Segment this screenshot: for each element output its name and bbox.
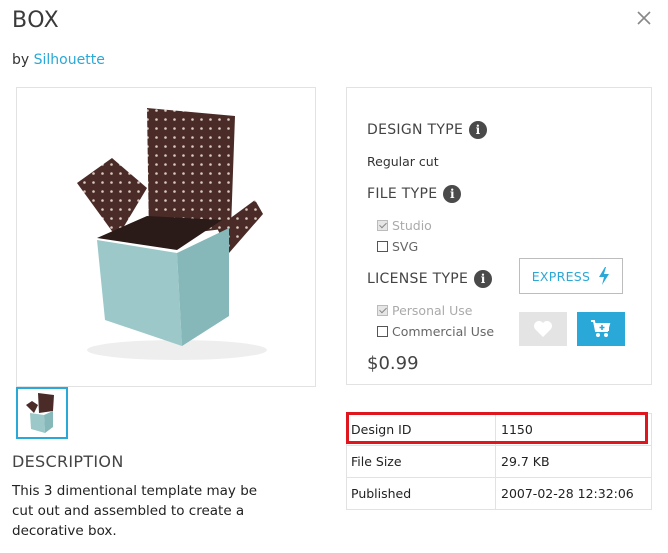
lightning-icon xyxy=(599,267,610,285)
byline-prefix: by xyxy=(12,52,30,68)
express-label: EXPRESS xyxy=(531,268,591,284)
checkbox-icon xyxy=(377,305,388,316)
file-type-label: FILE TYPE xyxy=(367,186,438,202)
checkbox-label: Studio xyxy=(392,218,432,233)
cart-icon xyxy=(591,320,611,337)
info-icon[interactable]: i xyxy=(443,185,462,203)
checkbox-icon[interactable] xyxy=(377,241,388,252)
heart-icon xyxy=(534,321,552,337)
byline: by Silhouette xyxy=(12,52,105,68)
table-row: Published 2007-02-28 12:32:06 xyxy=(346,477,652,510)
description-heading: DESCRIPTION xyxy=(12,452,124,471)
checkbox-label: Personal Use xyxy=(392,303,473,318)
express-button[interactable]: EXPRESS xyxy=(519,258,623,294)
design-preview-image xyxy=(16,87,316,387)
license-personal-checkbox: Personal Use xyxy=(377,303,472,318)
price: $0.99 xyxy=(367,353,419,374)
checkbox-icon[interactable] xyxy=(377,326,388,337)
file-size-label: File Size xyxy=(346,445,496,478)
published-value: 2007-02-28 12:32:06 xyxy=(495,477,652,510)
info-icon[interactable]: i xyxy=(474,270,493,288)
file-type-studio-checkbox: Studio xyxy=(377,218,432,233)
file-size-value: 29.7 KB xyxy=(495,445,652,478)
table-row: Design ID 1150 xyxy=(346,413,652,446)
design-type-heading: DESIGN TYPE i xyxy=(367,121,488,139)
published-label: Published xyxy=(346,477,496,510)
close-icon[interactable] xyxy=(634,8,654,28)
license-type-heading: LICENSE TYPE i xyxy=(367,270,493,288)
description-text: This 3 dimentional template may be cut o… xyxy=(12,483,258,539)
thumbnail[interactable] xyxy=(16,387,68,439)
design-id-value: 1150 xyxy=(495,413,652,446)
checkbox-label: Commercial Use xyxy=(392,324,495,339)
checkbox-icon xyxy=(377,220,388,231)
design-id-label: Design ID xyxy=(346,413,496,446)
table-row: File Size 29.7 KB xyxy=(346,445,652,478)
license-commercial-checkbox[interactable]: Commercial Use xyxy=(377,324,494,339)
checkbox-label: SVG xyxy=(392,239,419,254)
details-panel: DESIGN TYPE i Regular cut FILE TYPE i St… xyxy=(346,87,652,385)
file-type-heading: FILE TYPE i xyxy=(367,185,462,203)
info-icon[interactable]: i xyxy=(469,121,488,139)
design-meta-table: Design ID 1150 File Size 29.7 KB Publish… xyxy=(346,413,652,510)
author-link[interactable]: Silhouette xyxy=(34,52,105,68)
design-type-value: Regular cut xyxy=(367,154,439,169)
favorite-button[interactable] xyxy=(519,312,567,346)
add-to-cart-button[interactable] xyxy=(577,312,625,346)
license-type-label: LICENSE TYPE xyxy=(367,271,469,287)
file-type-svg-checkbox[interactable]: SVG xyxy=(377,239,418,254)
page-title: BOX xyxy=(12,8,60,33)
design-type-label: DESIGN TYPE xyxy=(367,122,464,138)
